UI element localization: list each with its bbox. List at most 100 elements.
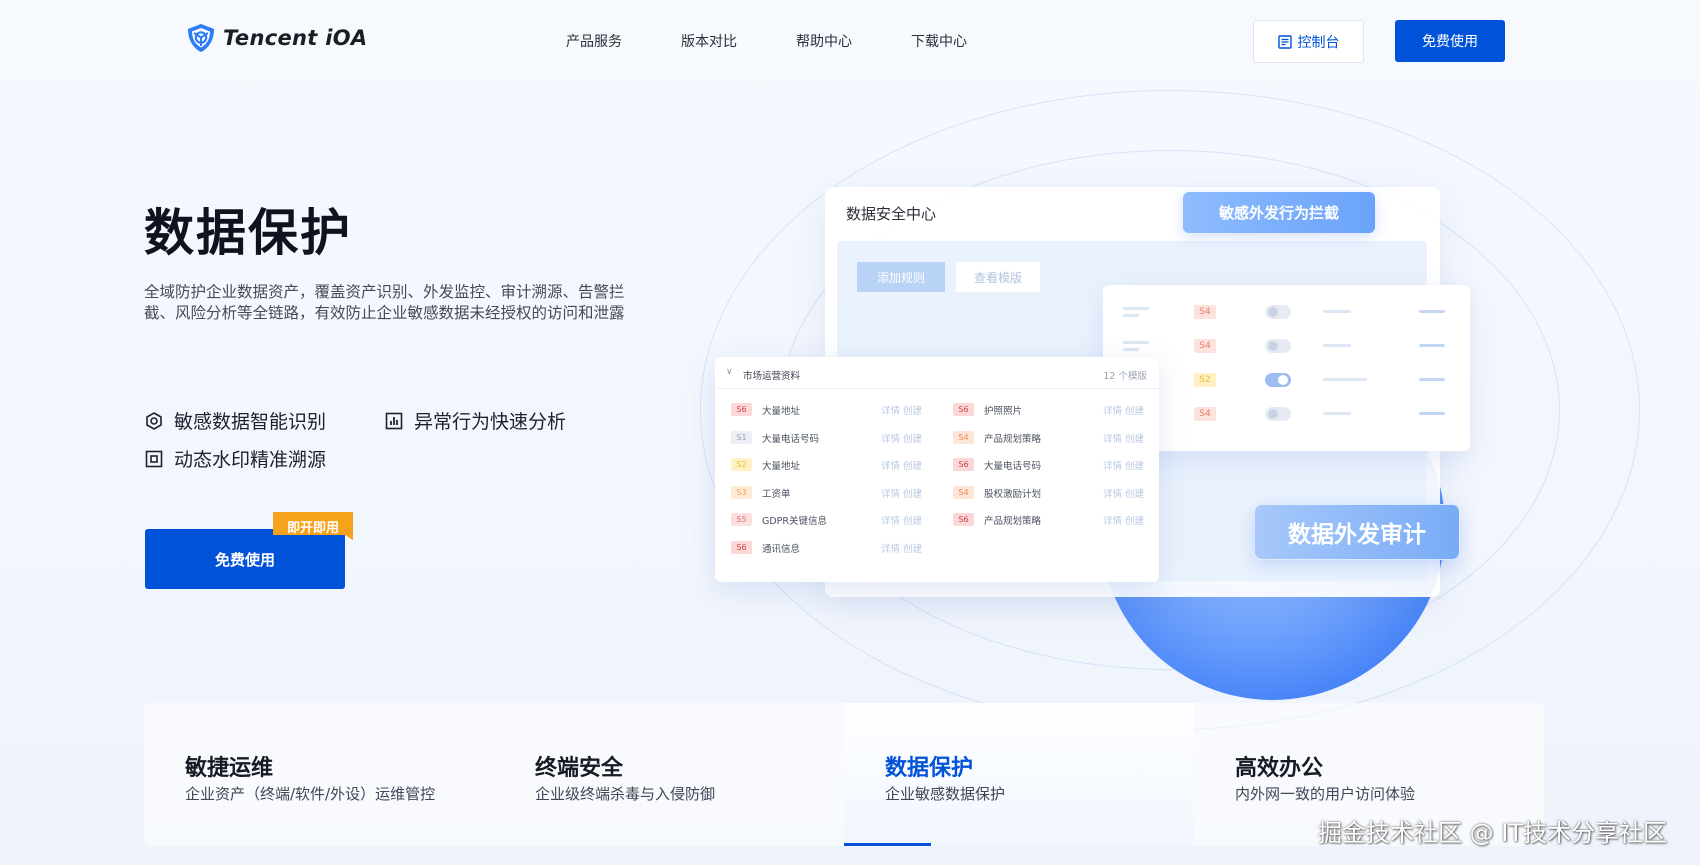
list-item: S6 大量地址 详情 创建	[731, 402, 941, 418]
row-placeholder	[1123, 348, 1139, 351]
feature-label: 异常行为快速分析	[414, 411, 567, 433]
solution-subtitle: 企业敏感数据保护	[885, 785, 1006, 803]
item-name: GDPR关键信息	[762, 516, 828, 527]
solution-tab-endpoint[interactable]: 终端安全 企业级终端杀毒与入侵防御	[494, 703, 844, 846]
severity-badge: S4	[953, 430, 974, 444]
row-placeholder	[1323, 378, 1367, 381]
audit-tag: 数据外发审计	[1254, 504, 1460, 560]
severity-badge: S2	[1194, 373, 1216, 387]
solution-tab-data-protection[interactable]: 数据保护 企业敏感数据保护	[844, 703, 1194, 846]
policy-toggle[interactable]	[1265, 305, 1291, 319]
table-row: S4	[1103, 337, 1470, 357]
item-name: 大量电话号码	[762, 433, 820, 445]
page-title: 数据保护	[144, 204, 352, 262]
item-actions[interactable]: 详情 创建	[881, 513, 922, 527]
nav-item-products[interactable]: 产品服务	[566, 31, 622, 51]
policy-toggle[interactable]	[1265, 407, 1291, 421]
template-count: 12 个模版	[1103, 371, 1147, 382]
template-list-card: ∨ 市场运营资料 12 个模版 S6 大量地址 详情 创建 S6 护照照片 详情 创建 S1…	[715, 357, 1159, 582]
item-actions[interactable]: 详情 创建	[881, 458, 922, 472]
severity-badge: S4	[1194, 407, 1216, 421]
chart-icon	[385, 412, 403, 429]
console-label: 控制台	[1297, 34, 1340, 51]
item-actions[interactable]: 详情 创建	[1103, 486, 1144, 500]
list-title: 市场运营资料	[743, 371, 801, 382]
solution-title: 敏捷运维	[185, 756, 274, 781]
intercept-tag: 敏感外发行为拦截	[1183, 192, 1375, 233]
free-trial-button-header[interactable]: 免费使用	[1395, 20, 1505, 62]
severity-badge: S6	[953, 403, 974, 416]
list-item: S4 产品规划策略 详情 创建	[953, 430, 1163, 446]
severity-badge: S6	[953, 513, 974, 526]
solution-subtitle: 企业级终端杀毒与入侵防御	[535, 785, 716, 803]
item-name: 大量地址	[762, 461, 801, 472]
item-actions[interactable]: 详情 创建	[881, 541, 922, 555]
item-actions[interactable]: 详情 创建	[881, 431, 922, 445]
item-name: 通讯信息	[762, 543, 801, 555]
console-button[interactable]: 控制台	[1253, 20, 1364, 63]
hero-description: 全域防护企业数据资产，覆盖资产识别、外发监控、审计溯源、告警拦截、风险分析等全链…	[144, 283, 625, 322]
list-item: S6 大量电话号码 详情 创建	[953, 457, 1163, 473]
console-icon	[1277, 34, 1292, 49]
policy-toggle[interactable]	[1265, 339, 1291, 353]
table-row: S4	[1103, 303, 1470, 323]
list-item: S3 工资单 详情 创建	[731, 485, 941, 501]
item-actions[interactable]: 详情 创建	[1103, 458, 1144, 472]
feature-label: 动态水印精准溯源	[174, 449, 327, 471]
item-actions[interactable]: 详情 创建	[881, 486, 922, 500]
panel-title: 数据安全中心	[846, 205, 937, 223]
row-placeholder	[1419, 378, 1445, 381]
active-tab-indicator	[844, 843, 931, 846]
severity-badge: S4	[953, 485, 974, 499]
nav-item-compare[interactable]: 版本对比	[681, 31, 737, 51]
view-template-button[interactable]: 查看模版	[956, 262, 1040, 292]
policy-toggle[interactable]	[1265, 373, 1291, 387]
item-actions[interactable]: 详情 创建	[1103, 431, 1144, 445]
feature-label: 敏感数据智能识别	[174, 411, 327, 433]
item-actions[interactable]: 详情 创建	[881, 403, 922, 417]
nav-item-help[interactable]: 帮助中心	[796, 31, 852, 51]
watermark-icon	[145, 450, 163, 467]
severity-badge: S4	[1194, 339, 1216, 353]
item-name: 产品规划策略	[984, 516, 1042, 527]
severity-badge: S6	[731, 403, 752, 416]
main-nav: 产品服务 版本对比 帮助中心 下载中心	[566, 31, 1026, 51]
row-placeholder	[1419, 310, 1445, 313]
solution-title: 终端安全	[535, 756, 624, 781]
list-item: S6 产品规划策略 详情 创建	[953, 512, 1163, 528]
brand-logo[interactable]: Tencent iOA	[185, 22, 367, 54]
item-name: 工资单	[762, 488, 791, 500]
list-item: S5 GDPR关键信息 详情 创建	[731, 512, 941, 528]
tencent-ioa-logo-icon	[188, 24, 214, 52]
row-placeholder	[1323, 344, 1351, 347]
solution-title: 高效办公	[1235, 756, 1324, 781]
free-trial-button-hero[interactable]: 免费使用	[145, 529, 345, 589]
item-name: 产品规划策略	[984, 433, 1042, 445]
row-placeholder	[1323, 310, 1351, 313]
severity-badge: S6	[731, 540, 752, 554]
list-item: S1 大量电话号码 详情 创建	[731, 430, 941, 446]
list-item: S2 大量地址 详情 创建	[731, 457, 941, 473]
solution-subtitle: 内外网一致的用户访问体验	[1235, 785, 1416, 803]
row-placeholder	[1419, 412, 1445, 415]
solution-subtitle: 企业资产（终端/软件/外设）运维管控	[185, 785, 436, 803]
severity-badge: S3	[731, 485, 752, 499]
feature-item-watermark: 动态水印精准溯源	[144, 445, 326, 472]
list-header[interactable]: ∨ 市场运营资料 12 个模版	[715, 357, 1159, 389]
item-name: 大量电话号码	[984, 461, 1042, 472]
nav-item-download[interactable]: 下载中心	[911, 31, 967, 51]
row-placeholder	[1123, 341, 1149, 344]
item-actions[interactable]: 详情 创建	[1103, 513, 1144, 527]
row-placeholder	[1419, 344, 1445, 347]
solution-tab-ops[interactable]: 敏捷运维 企业资产（终端/软件/外设）运维管控	[144, 703, 494, 846]
severity-badge: S6	[953, 458, 974, 471]
severity-badge: S5	[731, 513, 752, 526]
item-actions[interactable]: 详情 创建	[1103, 403, 1144, 417]
list-item: S4 股权激励计划 详情 创建	[953, 485, 1163, 501]
row-placeholder	[1123, 307, 1149, 310]
item-name: 大量地址	[762, 406, 801, 417]
add-rule-button[interactable]: 添加规则	[857, 262, 945, 292]
severity-badge: S4	[1194, 305, 1216, 319]
top-header: Tencent iOA 产品服务 版本对比 帮助中心 下载中心 控制台 免费使用	[0, 0, 1700, 84]
list-item: S6 通讯信息 详情 创建	[731, 540, 941, 556]
